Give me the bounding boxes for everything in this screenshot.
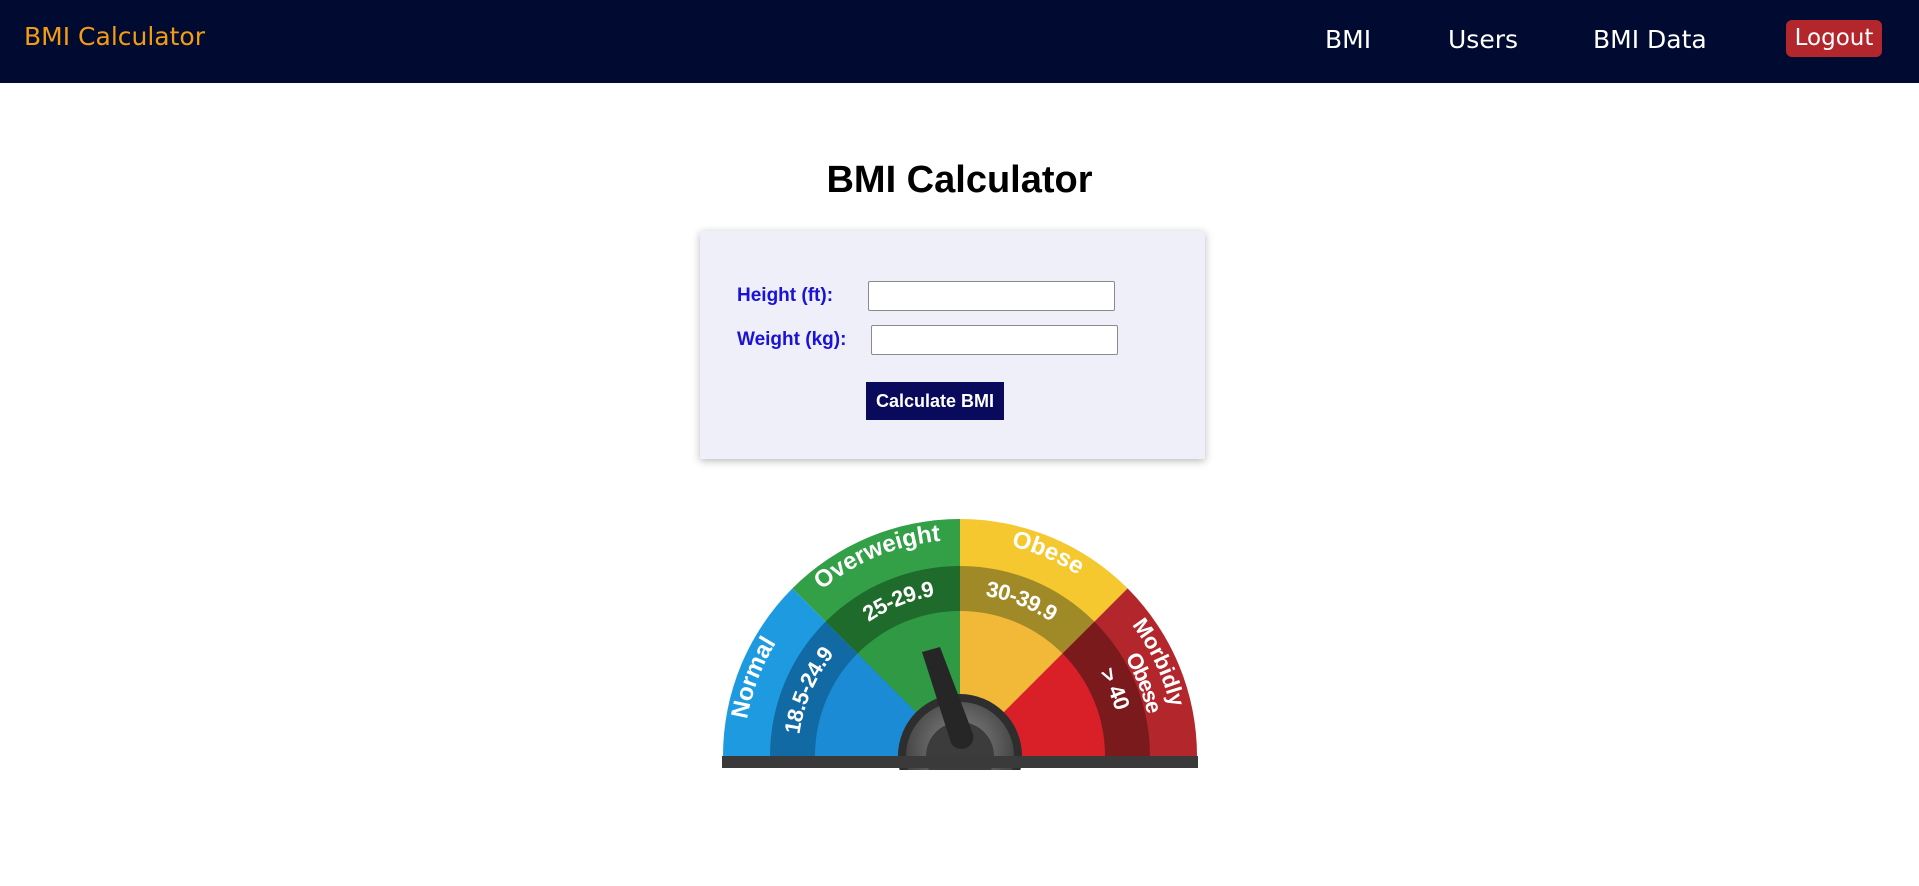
top-navbar: BMI Calculator BMI Users BMI Data Logout: [0, 0, 1919, 83]
logout-button[interactable]: Logout: [1786, 20, 1882, 57]
weight-label: Weight (kg):: [737, 329, 847, 350]
gauge-base: [722, 756, 1198, 768]
nav-link-bmi[interactable]: BMI: [1325, 22, 1371, 58]
bmi-form-card: Height (ft): Weight (kg): Calculate BMI: [700, 231, 1205, 459]
calculate-bmi-button[interactable]: Calculate BMI: [866, 382, 1004, 420]
brand-link[interactable]: BMI Calculator: [24, 19, 205, 55]
nav-link-users[interactable]: Users: [1448, 22, 1518, 58]
height-input[interactable]: [868, 281, 1115, 311]
page-title: BMI Calculator: [826, 159, 1093, 201]
weight-input[interactable]: [871, 325, 1118, 355]
height-label: Height (ft):: [737, 285, 834, 306]
bmi-gauge: Normal Overweight Obese Morbidly Obese 1…: [722, 519, 1198, 770]
nav-link-bmi-data[interactable]: BMI Data: [1593, 22, 1707, 58]
